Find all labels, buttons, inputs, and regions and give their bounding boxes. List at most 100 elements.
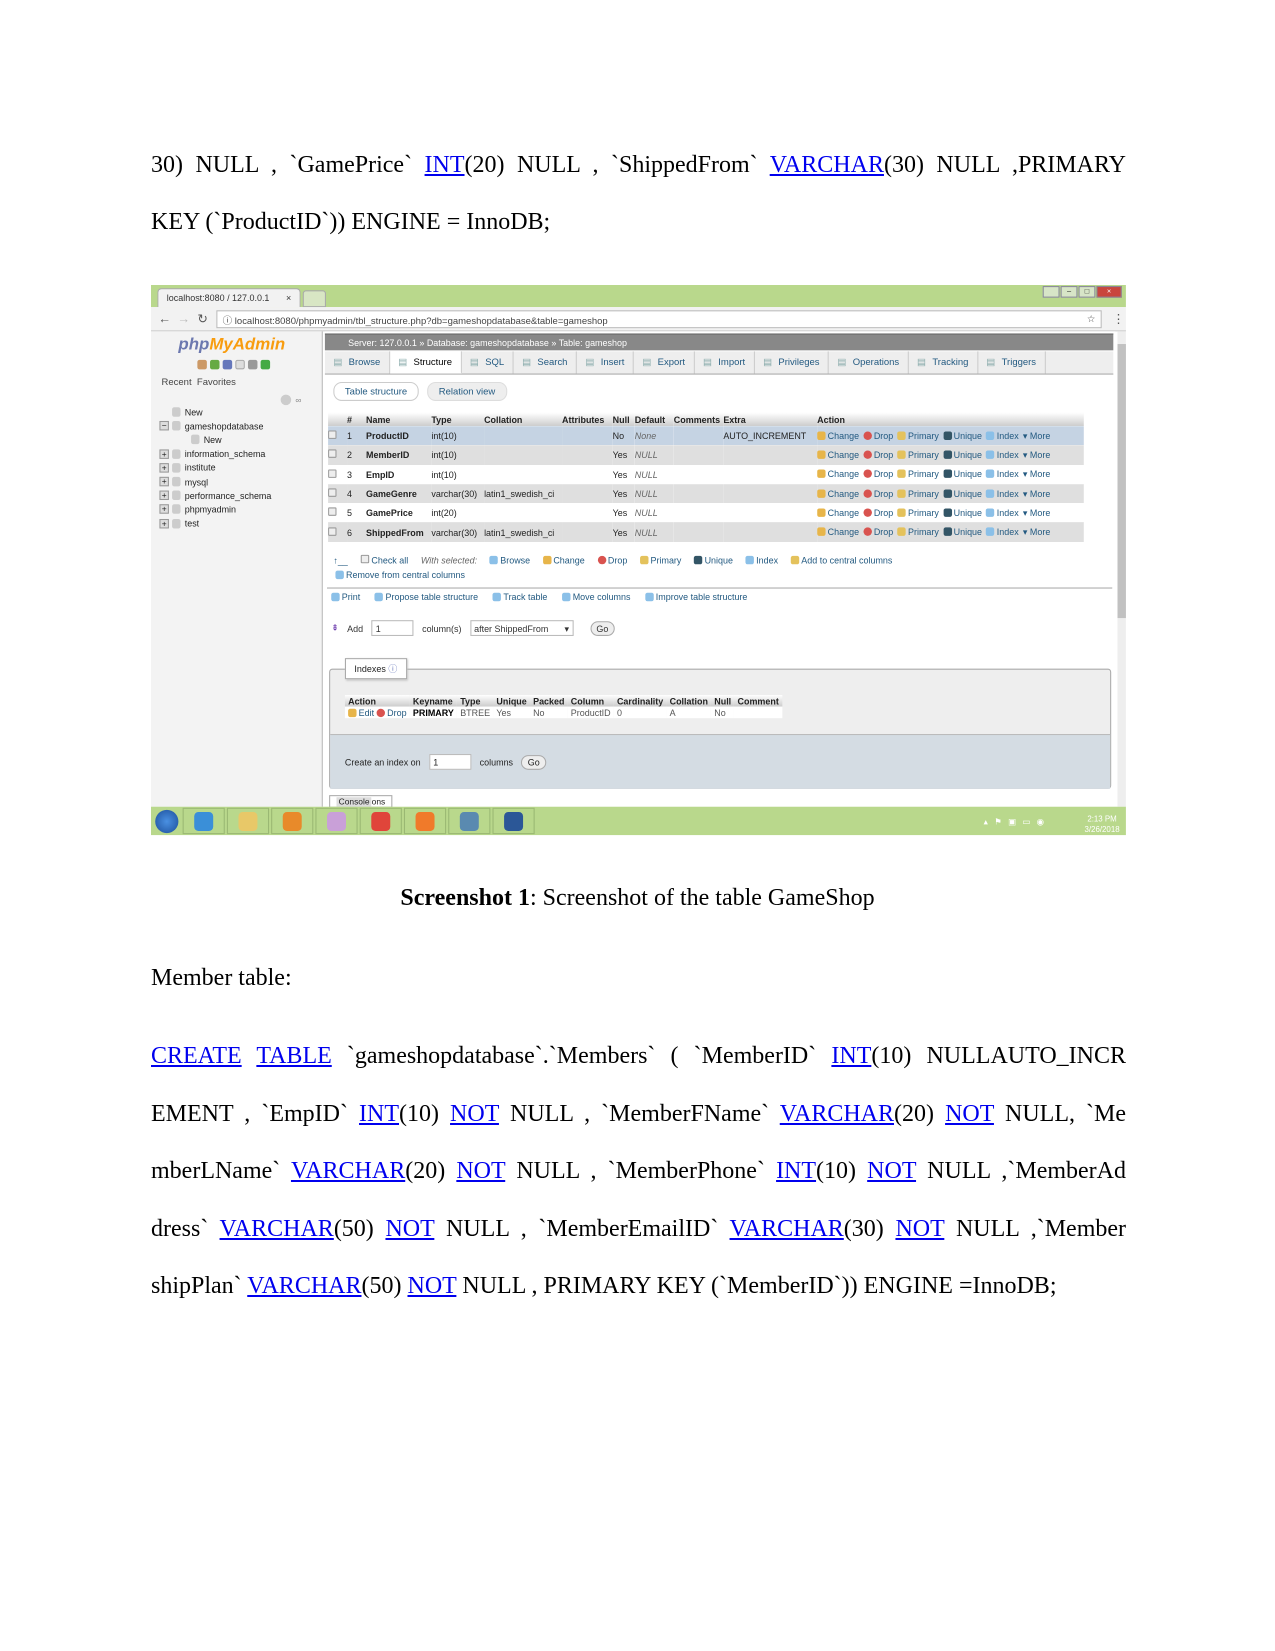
back-icon[interactable]: ← — [158, 311, 171, 326]
taskbar-file-explorer[interactable] — [226, 807, 270, 835]
tab-operations[interactable]: ▤ Operations — [829, 351, 909, 374]
system-clock[interactable]: 2:13 PM 3/26/2018 — [1084, 814, 1119, 835]
collapse-all-icon[interactable] — [280, 394, 292, 406]
action-change[interactable]: Change — [817, 430, 859, 442]
tab-privileges[interactable]: ▤ Privileges — [755, 351, 830, 374]
system-tray-icons[interactable]: ▴⚑▣▭◉ — [984, 817, 1051, 826]
user-icon[interactable] — [1042, 286, 1060, 298]
scrollbar[interactable] — [1117, 331, 1126, 807]
settings-icon[interactable] — [247, 359, 258, 370]
tree-item[interactable]: + phpmyadmin — [159, 502, 271, 516]
taskbar-paint[interactable] — [315, 807, 358, 835]
start-button[interactable] — [151, 808, 183, 834]
url-input[interactable]: ⓘ localhost:8080/phpmyadmin/tbl_structur… — [216, 310, 1102, 329]
sql-keyword-link[interactable]: NOT — [945, 1101, 994, 1127]
action-unique[interactable]: Unique — [943, 488, 982, 500]
action-more[interactable]: ▾ More — [1023, 430, 1050, 442]
taskbar-xampp[interactable] — [403, 807, 447, 835]
taskbar-word[interactable] — [492, 807, 535, 835]
tool-propose-table-structure[interactable]: Propose table structure — [374, 592, 478, 602]
sql-keyword-link[interactable]: NOT — [450, 1101, 499, 1127]
bulk-index[interactable]: Index — [745, 555, 778, 565]
create-index-go-button[interactable]: Go — [521, 754, 547, 770]
logout-icon[interactable] — [210, 359, 220, 370]
tool-move-columns[interactable]: Move columns — [562, 592, 630, 602]
bulk-unique[interactable]: Unique — [694, 555, 733, 565]
expand-toggle-icon[interactable]: + — [159, 504, 169, 515]
column-count-input[interactable]: 1 — [371, 620, 414, 636]
row-checkbox[interactable] — [328, 488, 337, 497]
taskbar-internet-explorer[interactable] — [182, 807, 225, 835]
sql-keyword-link[interactable]: VARCHAR — [730, 1216, 844, 1242]
row-checkbox[interactable] — [328, 430, 337, 440]
action-more[interactable]: ▾ More — [1023, 507, 1050, 519]
action-index[interactable]: Index — [986, 526, 1019, 538]
drop-index-button[interactable]: Drop — [376, 707, 407, 718]
tab-structure[interactable]: ▤ Structure — [389, 351, 462, 374]
tab-export[interactable]: ▤ Export — [634, 351, 695, 374]
action-unique[interactable]: Unique — [943, 469, 982, 481]
help-icon[interactable]: ⓘ — [388, 663, 397, 674]
edit-index-button[interactable]: Edit — [348, 707, 374, 718]
action-drop[interactable]: Drop — [863, 430, 893, 442]
tab-browse[interactable]: ▤ Browse — [325, 351, 390, 374]
maximize-icon[interactable]: □ — [1078, 286, 1096, 298]
scrollbar-thumb[interactable] — [1117, 344, 1126, 619]
sql-keyword-link[interactable]: VARCHAR — [247, 1273, 361, 1299]
action-drop[interactable]: Drop — [863, 469, 893, 481]
tree-item[interactable]: New — [159, 433, 271, 447]
recent-tab[interactable]: Recent — [162, 377, 192, 388]
action-drop[interactable]: Drop — [863, 507, 893, 519]
add-go-button[interactable]: Go — [590, 620, 615, 636]
taskbar-media-player[interactable] — [271, 807, 314, 835]
bulk-change[interactable]: Change — [542, 555, 585, 565]
reload-icon[interactable]: ↻ — [197, 311, 208, 326]
docs-icon[interactable] — [235, 359, 245, 370]
row-checkbox[interactable] — [328, 469, 337, 478]
expand-toggle-icon[interactable]: + — [159, 462, 169, 473]
tree-item[interactable]: New — [159, 405, 271, 419]
tool-print[interactable]: Print — [331, 592, 360, 602]
sql-keyword-link[interactable]: CREATE — [151, 1043, 242, 1069]
sql-keyword-link[interactable]: NOT — [456, 1158, 505, 1184]
tool-track-table[interactable]: Track table — [492, 592, 547, 602]
action-primary[interactable]: Primary — [897, 488, 939, 500]
breadcrumb-server[interactable]: Server: 127.0.0.1 — [348, 338, 417, 349]
tab-tracking[interactable]: ▤ Tracking — [909, 351, 978, 374]
minimize-icon[interactable]: – — [1060, 286, 1078, 298]
subtab-relation-view[interactable]: Relation view — [427, 381, 507, 401]
column-position-select[interactable]: after ShippedFrom ▾ — [469, 620, 574, 636]
sql-keyword-link[interactable]: NOT — [407, 1273, 456, 1299]
action-more[interactable]: ▾ More — [1023, 469, 1050, 481]
breadcrumb-database[interactable]: Database: gameshopdatabase — [427, 338, 549, 349]
tree-item[interactable]: + test — [159, 516, 271, 530]
sql-keyword-link[interactable]: VARCHAR — [770, 152, 884, 178]
row-checkbox[interactable] — [328, 527, 337, 536]
bulk-primary[interactable]: Primary — [639, 555, 681, 565]
forward-icon[interactable]: → — [177, 311, 190, 326]
favorites-tab[interactable]: Favorites — [197, 377, 236, 388]
sql-keyword-link[interactable]: INT — [776, 1158, 816, 1184]
action-drop[interactable]: Drop — [863, 449, 893, 461]
bulk-browse[interactable]: Browse — [489, 555, 530, 565]
action-change[interactable]: Change — [817, 507, 859, 519]
tab-sql[interactable]: ▤ SQL — [461, 351, 514, 374]
sql-keyword-link[interactable]: VARCHAR — [291, 1158, 405, 1184]
action-drop[interactable]: Drop — [863, 526, 893, 538]
bookmark-star-icon[interactable]: ☆ — [1087, 313, 1096, 325]
tree-item[interactable]: + performance_schema — [159, 489, 271, 503]
sql-keyword-link[interactable]: INT — [831, 1043, 871, 1069]
browser-tab[interactable]: localhost:8080 / 127.0.0.1 × — [157, 288, 301, 308]
remove-central-columns[interactable]: Remove from central columns — [335, 570, 465, 580]
tool-improve-table-structure[interactable]: Improve table structure — [645, 592, 747, 602]
help-icon[interactable] — [222, 359, 233, 370]
tab-import[interactable]: ▤ Import — [695, 351, 755, 374]
action-unique[interactable]: Unique — [943, 507, 982, 519]
action-primary[interactable]: Primary — [897, 507, 939, 519]
tree-item[interactable]: + mysql — [159, 475, 271, 489]
breadcrumb-table[interactable]: Table: gameshop — [559, 338, 627, 349]
action-change[interactable]: Change — [817, 488, 859, 500]
action-change[interactable]: Change — [817, 469, 859, 481]
action-primary[interactable]: Primary — [897, 449, 939, 461]
taskbar-chrome[interactable] — [359, 807, 402, 835]
